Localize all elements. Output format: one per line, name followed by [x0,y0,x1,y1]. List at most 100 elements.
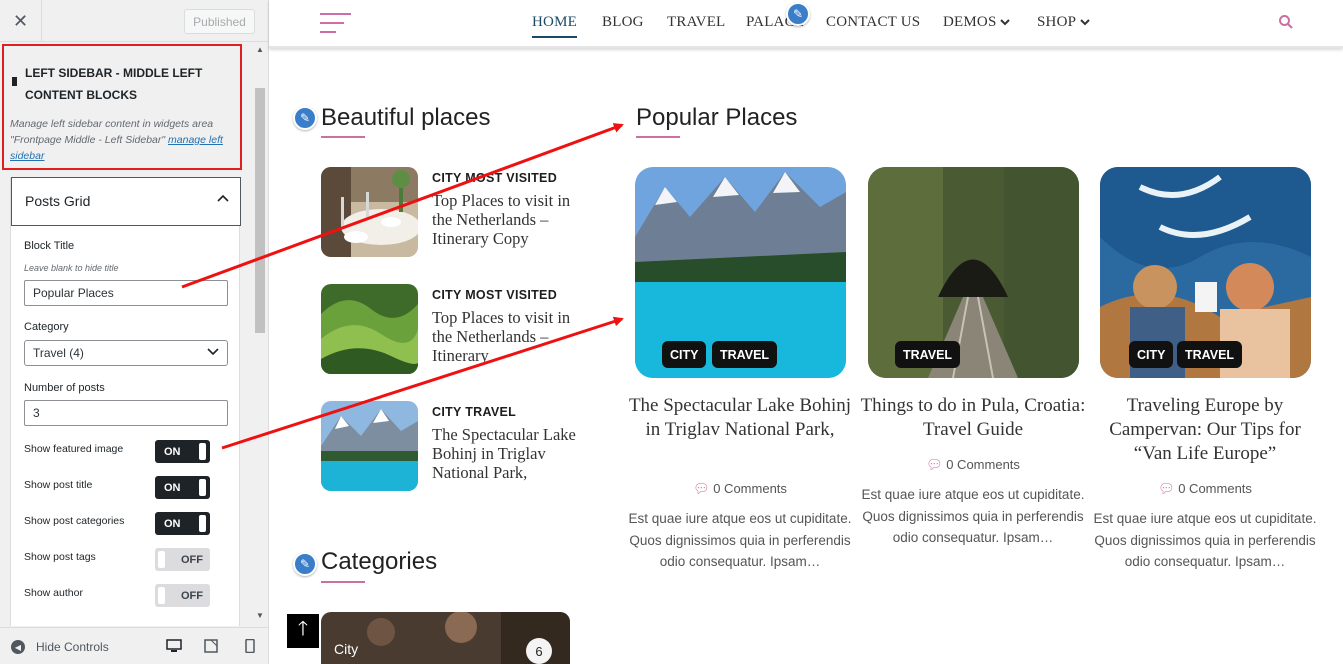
categories-heading: Categories [321,548,438,575]
show-post-categories-toggle[interactable]: ON [155,512,210,535]
site-preview: HOME BLOG TRAVEL PALACE CONTACT US DEMOS… [269,0,1343,664]
toggle-state: OFF [181,589,203,602]
post-title[interactable]: Top Places to visit in the Netherlands –… [432,191,577,248]
heading-underline [321,581,365,583]
back-to-top-button[interactable]: 🡑 [287,614,319,648]
heading-underline [636,136,680,138]
nav-contact-us[interactable]: CONTACT US [826,14,920,31]
show-featured-image-toggle[interactable]: ON [155,440,210,463]
comment-icon: 💬︎ [693,481,710,496]
show-post-title-label: Show post title [24,479,93,491]
widget-title: Posts Grid [25,193,91,209]
customizer-scroll-area: LEFT SIDEBAR - MIDDLE LEFT CONTENT BLOCK… [0,42,252,626]
comment-count: 0 Comments [713,481,787,496]
chevron-down-icon [1000,19,1011,26]
toggle-state: ON [164,481,181,494]
toggle-knob [158,587,165,604]
toggle-state: OFF [181,553,203,566]
nav-shop[interactable]: SHOP [1037,14,1090,31]
section-title: LEFT SIDEBAR - MIDDLE LEFT CONTENT BLOCK… [25,66,203,102]
edit-shortcut-pencil-icon[interactable]: ✎ [293,106,317,130]
post-title[interactable]: Top Places to visit in the Netherlands –… [432,308,577,365]
scroll-down-icon[interactable]: ▼ [252,611,268,623]
number-of-posts-label: Number of posts [24,382,105,394]
post-categories[interactable]: CITY MOST VISITED [432,171,557,185]
panel-scrollbar[interactable]: ▲ ▼ [252,42,268,626]
nav-home[interactable]: HOME [532,14,577,31]
comment-count: 0 Comments [1178,481,1252,496]
card-title[interactable]: The Spectacular Lake Bohinj in Triglav N… [625,394,855,442]
edit-shortcut-pencil-icon[interactable]: ✎ [786,2,810,26]
nav-active-underline [532,36,577,38]
nav-demos[interactable]: DEMOS [943,14,1011,31]
toggle-state: ON [164,517,181,530]
mobile-icon[interactable] [242,639,258,653]
block-title-label: Block Title [24,240,75,252]
card-tag[interactable]: CITY [662,341,707,368]
posts-grid-widget: Posts Grid Block Title Leave blank to hi… [10,177,241,626]
customizer-header: ✕ Published [0,0,268,42]
nav-blog[interactable]: BLOG [602,14,644,31]
post-title[interactable]: The Spectacular Lake Bohinj in Triglav N… [432,425,577,482]
number-of-posts-input[interactable]: 3 [24,400,228,426]
show-post-tags-label: Show post tags [24,551,96,563]
card-excerpt: Est quae iure atque eos ut cupiditate. Q… [861,487,1085,545]
category-label: Category [24,321,69,333]
card-excerpt: Est quae iure atque eos ut cupiditate. Q… [628,511,852,569]
card-tag[interactable]: TRAVEL [895,341,961,368]
post-thumbnail[interactable] [321,167,418,257]
toggle-knob [199,479,206,496]
card-comments[interactable]: 💬︎ 0 Comments [625,481,855,497]
comment-icon: 💬︎ [1158,481,1175,496]
section-description: Manage left sidebar content in widgets a… [10,116,238,164]
widget-title-bar[interactable]: Posts Grid [11,177,241,226]
chevron-down-icon [1079,19,1090,26]
published-button[interactable]: Published [184,9,255,34]
comment-icon: 💬︎ [926,457,943,472]
scroll-up-icon[interactable]: ▲ [252,45,268,57]
show-post-title-toggle[interactable]: ON [155,476,210,499]
search-icon[interactable] [1278,14,1294,30]
customizer-panel: ✕ Published LEFT SIDEBAR - MIDDLE LEFT C… [0,0,269,664]
toggle-knob [199,443,206,460]
hide-controls-button[interactable]: Hide Controls [36,640,109,654]
nav-demos-label: DEMOS [943,14,997,30]
toggle-state: ON [164,445,181,458]
nav-shop-label: SHOP [1037,14,1076,30]
card-comments[interactable]: 💬︎ 0 Comments [858,457,1088,473]
post-thumbnail[interactable] [321,284,418,374]
menu-icon[interactable] [320,13,351,34]
show-author-label: Show author [24,587,83,599]
heading-underline [321,136,365,138]
card-comments[interactable]: 💬︎ 0 Comments [1090,481,1320,497]
section-description-box: LEFT SIDEBAR - MIDDLE LEFT CONTENT BLOCK… [2,44,242,170]
close-icon[interactable]: ✕ [0,0,42,42]
desktop-icon[interactable] [166,639,182,653]
card-tag[interactable]: TRAVEL [712,341,778,368]
scroll-thumb[interactable] [255,88,265,333]
post-categories[interactable]: CITY MOST VISITED [432,288,557,302]
show-post-categories-label: Show post categories [24,515,125,527]
post-thumbnail[interactable] [321,401,418,491]
card-title[interactable]: Things to do in Pula, Croatia: Travel Gu… [858,394,1088,442]
category-name[interactable]: City [334,641,358,657]
tablet-icon[interactable] [203,639,219,653]
category-count: 6 [526,638,552,664]
category-select-value: Travel (4) [33,346,84,360]
block-title-hint: Leave blank to hide title [24,263,119,273]
block-title-input[interactable]: Popular Places [24,280,228,306]
chevron-up-icon[interactable] [217,193,229,207]
comment-count: 0 Comments [946,457,1020,472]
card-title[interactable]: Traveling Europe by Campervan: Our Tips … [1090,394,1320,466]
category-select[interactable]: Travel (4) [24,340,228,366]
nav-travel[interactable]: TRAVEL [667,14,725,31]
show-post-tags-toggle[interactable]: OFF [155,548,210,571]
post-categories[interactable]: CITY TRAVEL [432,405,516,419]
customizer-footer: ◀ Hide Controls [0,627,268,664]
show-author-toggle[interactable]: OFF [155,584,210,607]
card-excerpt: Est quae iure atque eos ut cupiditate. Q… [1093,511,1317,569]
edit-shortcut-pencil-icon[interactable]: ✎ [293,552,317,576]
card-tag[interactable]: CITY [1129,341,1174,368]
collapse-icon[interactable]: ◀ [11,640,25,654]
card-tag[interactable]: TRAVEL [1177,341,1243,368]
